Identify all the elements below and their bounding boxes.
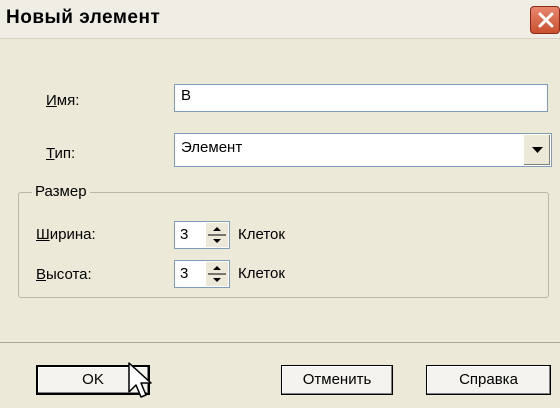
name-input[interactable]: В [174, 84, 548, 112]
height-label: Высота: [36, 266, 92, 283]
close-icon [538, 12, 554, 28]
width-value: 3 [180, 226, 189, 243]
size-groupbox [18, 192, 549, 298]
separator [0, 342, 560, 343]
close-button[interactable] [530, 6, 560, 34]
chevron-down-icon [532, 147, 543, 153]
name-label: Имя: [46, 92, 80, 109]
spin-arrows-icon [208, 266, 226, 282]
size-group-legend: Размер [32, 183, 90, 200]
window-title: Новый элемент [6, 7, 161, 28]
cancel-button[interactable]: Отменить [281, 365, 393, 395]
height-spinner[interactable]: 3 [174, 260, 230, 288]
width-spin-buttons[interactable] [206, 223, 228, 247]
title-bar: Новый элемент [0, 0, 560, 39]
type-dropdown-button[interactable] [523, 135, 550, 165]
width-spinner[interactable]: 3 [174, 221, 230, 249]
spin-arrows-icon [208, 227, 226, 243]
type-select[interactable]: Элемент [174, 133, 552, 167]
width-label: Ширина: [36, 226, 96, 243]
name-value: В [181, 87, 192, 104]
help-button[interactable]: Справка [426, 365, 551, 395]
type-label: Тип: [46, 145, 76, 162]
width-unit: Клеток [238, 226, 285, 243]
mouse-pointer-icon [128, 362, 152, 398]
type-value: Элемент [181, 139, 243, 156]
height-unit: Клеток [238, 265, 285, 282]
height-spin-buttons[interactable] [206, 262, 228, 286]
height-value: 3 [180, 265, 189, 282]
